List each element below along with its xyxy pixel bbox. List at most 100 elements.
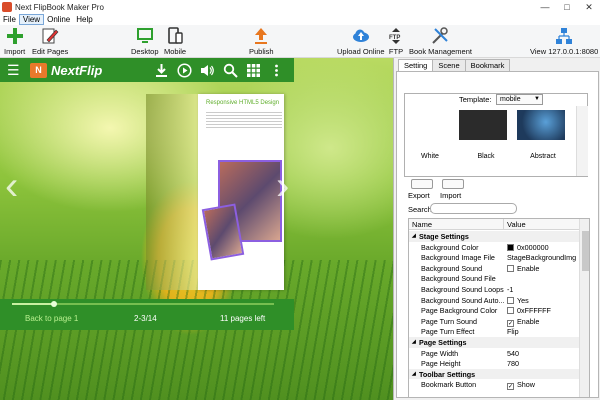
previous-page-arrow-icon[interactable]: ‹ xyxy=(5,166,18,206)
property-value-text: 0x000000 xyxy=(517,242,549,252)
property-value[interactable]: Flip xyxy=(507,327,579,336)
property-row[interactable]: Background Sound Auto... Yes xyxy=(409,295,579,306)
property-row[interactable]: Background Sound Enable xyxy=(409,263,579,274)
menu-online[interactable]: Online xyxy=(44,14,73,25)
menu-view[interactable]: View xyxy=(18,14,45,25)
import-label: Import xyxy=(4,47,26,56)
view-server-button[interactable]: View 127.0.0.1:8080 xyxy=(530,27,598,56)
property-grid: Name Value ◢ Stage Settings Background Co… xyxy=(408,218,590,398)
search-icon[interactable] xyxy=(223,63,238,78)
column-divider[interactable] xyxy=(503,219,504,230)
edit-pages-icon xyxy=(42,28,59,44)
property-row[interactable]: Page Turn Effect Flip xyxy=(409,326,579,337)
checkbox[interactable] xyxy=(507,264,514,272)
maximize-icon[interactable]: □ xyxy=(556,0,578,14)
property-row[interactable]: Page Turn Sound ✓ Enable xyxy=(409,316,579,327)
property-row[interactable]: Background Sound File xyxy=(409,273,579,284)
next-page-arrow-icon[interactable]: › xyxy=(276,166,289,206)
property-grid-header: Name Value xyxy=(409,219,579,230)
checkbox[interactable] xyxy=(507,296,514,304)
property-section[interactable]: ◢ Toolbar Settings xyxy=(409,368,579,380)
ftp-button[interactable]: FTP FTP xyxy=(387,27,405,56)
view-server-label: View 127.0.0.1:8080 xyxy=(530,47,599,56)
property-value[interactable]: 0xFFFFFF xyxy=(507,306,579,315)
more-options-icon[interactable] xyxy=(269,63,284,78)
property-value-text: 780 xyxy=(507,359,519,369)
collapse-triangle-icon[interactable]: ◢ xyxy=(412,339,416,345)
property-name: Page Width xyxy=(421,348,459,358)
property-row[interactable]: Background Image File StageBackgroundImg xyxy=(409,252,579,263)
property-value[interactable]: Enable xyxy=(507,264,579,273)
checkbox[interactable]: ✓ xyxy=(507,383,514,391)
section-title: Toolbar Settings xyxy=(419,369,476,379)
play-icon[interactable] xyxy=(177,62,192,78)
mobile-icon xyxy=(168,27,183,44)
title-bar: Next FlipBook Maker Pro — □ ✕ xyxy=(0,0,600,14)
property-row[interactable]: Background Sound Loops -1 xyxy=(409,284,579,295)
progress-track[interactable] xyxy=(12,301,274,307)
export-button[interactable] xyxy=(411,179,433,189)
minimize-icon[interactable]: — xyxy=(534,0,556,14)
property-value[interactable]: -1 xyxy=(507,285,579,294)
book-management-button[interactable]: Book Management xyxy=(409,27,472,56)
hamburger-menu-icon[interactable]: ☰ xyxy=(7,63,23,77)
property-section[interactable]: ◢ Page Settings xyxy=(409,337,579,348)
book-right-page[interactable]: Responsive HTML5 Design xyxy=(198,94,284,290)
template-select[interactable]: mobile ▼ xyxy=(496,94,543,105)
color-swatch[interactable] xyxy=(507,307,514,315)
section-title: Page Settings xyxy=(419,338,467,347)
property-value[interactable]: ✓ Enable xyxy=(507,317,579,327)
property-name: Background Sound Loops xyxy=(421,285,504,294)
color-swatch[interactable] xyxy=(507,243,514,251)
template-thumb-black[interactable] xyxy=(459,110,507,140)
publish-button[interactable]: Publish xyxy=(249,27,274,56)
flipbook-preview[interactable]: ☰ N NextFlip Responsive HTML5 Design ‹ ›… xyxy=(0,58,393,400)
property-row[interactable]: Page Width 540 xyxy=(409,348,579,359)
sound-icon[interactable] xyxy=(200,63,215,78)
property-value-text: Enable xyxy=(517,263,540,273)
property-value[interactable]: 540 xyxy=(507,349,579,358)
book-left-page[interactable] xyxy=(146,94,199,290)
search-input[interactable] xyxy=(430,203,517,214)
import-button[interactable]: Import xyxy=(4,27,25,56)
property-value[interactable]: 780 xyxy=(507,359,579,368)
property-value-text: Show xyxy=(517,380,535,390)
property-value-text: StageBackgroundImg xyxy=(507,253,577,263)
progress-handle[interactable] xyxy=(50,301,57,307)
template-thumb-abstract[interactable] xyxy=(517,110,565,140)
brand-name: NextFlip xyxy=(51,62,103,78)
menu-file[interactable]: File xyxy=(0,14,19,25)
property-grid-scrollbar[interactable] xyxy=(579,219,589,397)
upload-online-button[interactable]: Upload Online xyxy=(337,27,385,56)
desktop-button[interactable]: Desktop xyxy=(131,27,159,56)
property-value[interactable]: 0x000000 xyxy=(507,243,579,252)
section-title: Stage Settings xyxy=(419,232,469,241)
tab-scene[interactable]: Scene xyxy=(432,59,466,71)
close-icon[interactable]: ✕ xyxy=(578,0,600,14)
scrollbar-thumb[interactable] xyxy=(582,231,589,271)
property-row[interactable]: Page Background Color 0xFFFFFF xyxy=(409,305,579,316)
column-header-value: Value xyxy=(507,220,526,229)
thumbnails-grid-icon[interactable] xyxy=(246,63,261,78)
tab-bookmark[interactable]: Bookmark xyxy=(464,59,511,71)
menu-help[interactable]: Help xyxy=(73,14,95,25)
property-row[interactable]: Bookmark Button ✓ Show xyxy=(409,379,579,391)
property-row[interactable]: Background Color 0x000000 xyxy=(409,242,579,253)
settings-panel: Setting Scene Bookmark Template: mobile … xyxy=(393,58,600,400)
import-template-button[interactable] xyxy=(442,179,464,189)
property-value[interactable]: ✓ Show xyxy=(507,380,579,391)
collapse-triangle-icon[interactable]: ◢ xyxy=(412,371,416,377)
template-caption-abstract: Abstract xyxy=(530,153,556,160)
property-section[interactable]: ◢ Stage Settings xyxy=(409,231,579,242)
back-to-first-page-link[interactable]: Back to page 1 xyxy=(25,314,78,323)
template-scrollbar[interactable] xyxy=(576,106,588,176)
collapse-triangle-icon[interactable]: ◢ xyxy=(412,233,416,239)
property-row[interactable]: Page Height 780 xyxy=(409,358,579,369)
property-value[interactable]: Yes xyxy=(507,296,579,305)
download-icon[interactable] xyxy=(154,63,169,78)
property-value[interactable]: StageBackgroundImg xyxy=(507,253,579,262)
property-value-text: -1 xyxy=(507,285,514,294)
edit-pages-button[interactable]: Edit Pages xyxy=(32,27,68,56)
mobile-button[interactable]: Mobile xyxy=(164,27,186,56)
app-logo-icon xyxy=(2,2,12,12)
